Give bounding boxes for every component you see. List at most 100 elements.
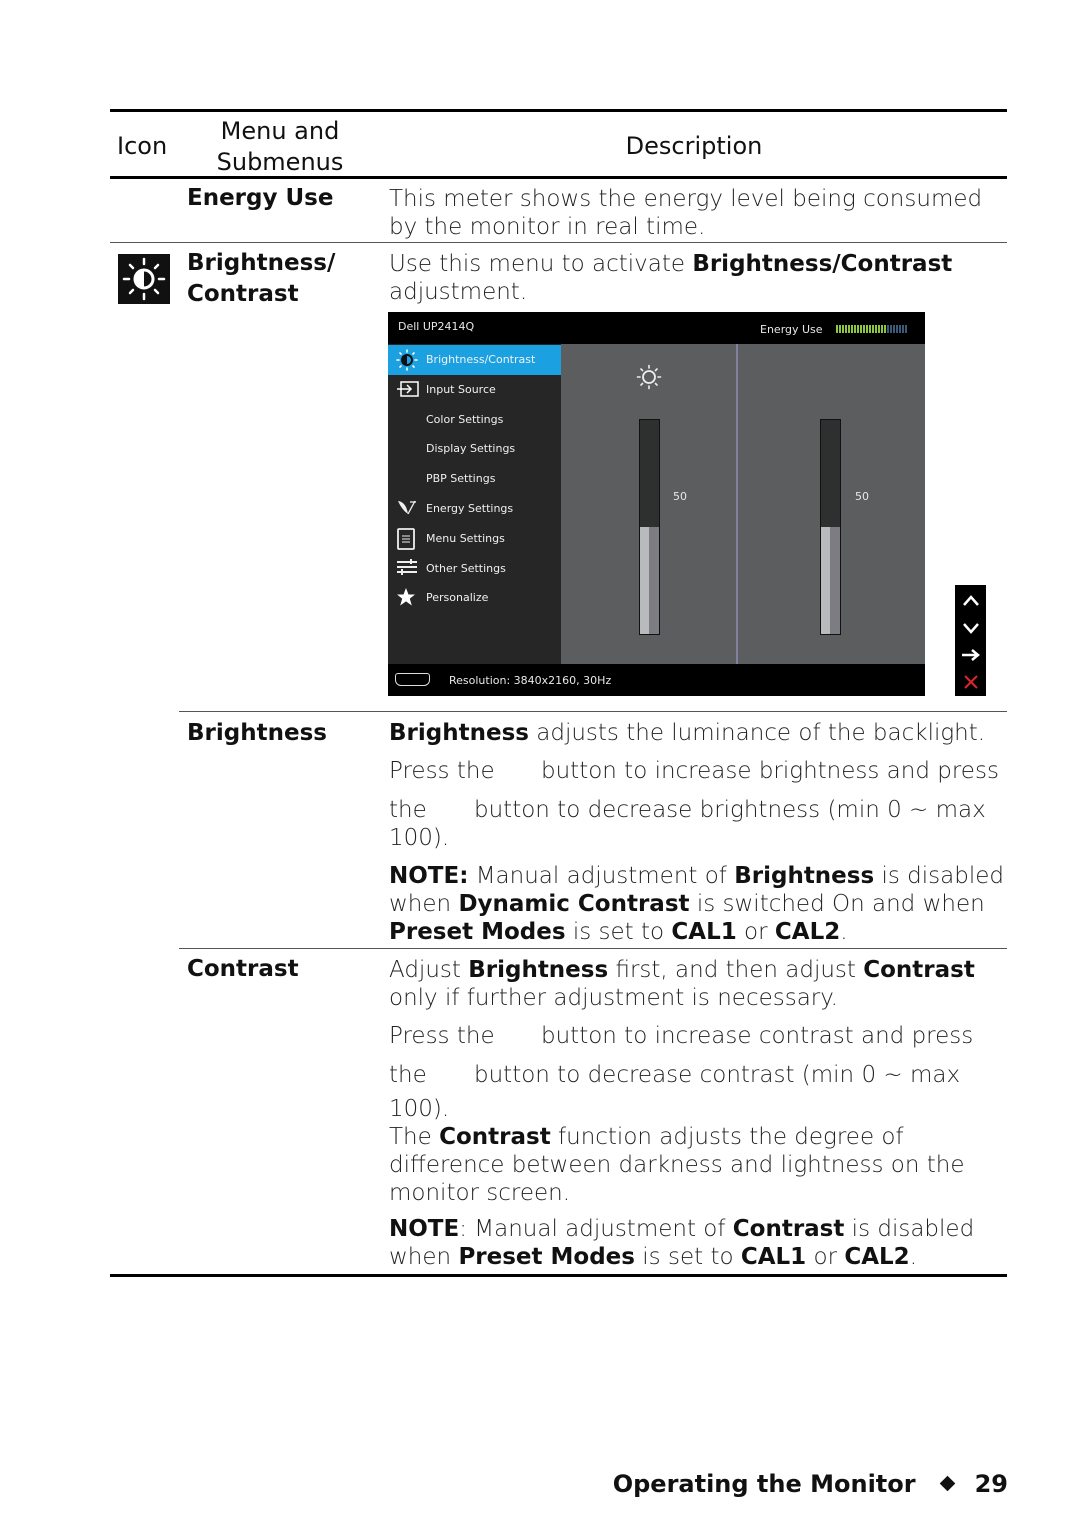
brightness-value: 50 [673,490,687,503]
table-bottom-rule [110,1274,1007,1277]
osd-menu-item-label: Brightness/Contrast [426,353,536,366]
osd-menu-item-label: Personalize [426,591,489,605]
osd-menu-item[interactable]: Display Settings [388,434,561,464]
osd-status-bar: Resolution: 3840x2160, 30Hz [388,664,925,696]
header-icon: Icon [117,132,168,160]
contrast-slider[interactable] [820,419,841,635]
energy-meter-segment [902,325,904,333]
energy-meter-segment [899,325,901,333]
contrast-p3-post: button to decrease contrast (min 0 ~ max [474,1062,961,1088]
header-menu-line2: Submenus [216,148,344,176]
osd-menu-item-label: PBP Settings [426,472,496,486]
bold-span: CAL1 [671,919,737,945]
brightness-p3-post: button to decrease brightness (min 0 ~ m… [474,797,986,823]
osd-menu-item[interactable]: Color Settings [388,405,561,435]
brightness-contrast-icon [118,254,170,304]
osd-menu-item-label: Menu Settings [426,531,505,545]
menu-brightness-contrast: Brightness/ Contrast [187,248,335,310]
brightness-contrast-icon [396,349,418,371]
energy-meter-segment [872,325,874,333]
text-span: or [736,919,775,945]
energy-meter-segment [854,325,856,333]
up-arrow-icon[interactable] [955,587,986,614]
manual-page: Icon Menu and Submenus Description Energ… [0,0,1080,1532]
description-line: adjustment. [389,279,528,305]
bold-span: Preset Modes [389,919,566,945]
bold-span: Brightness [468,957,609,983]
brightness-p3-pre: the [389,797,427,823]
text-span: is set to [565,919,672,945]
other-settings-icon [396,558,418,580]
osd-resolution: Resolution: 3840x2160, 30Hz [449,674,612,687]
text-span: The [389,1124,440,1150]
osd-menu-item[interactable]: Menu Settings [388,524,561,554]
energy-meter-segment [890,325,892,333]
osd-nav-buttons [955,585,986,696]
menu-contrast: Contrast [187,956,299,982]
osd-menu-item[interactable]: Input Source [388,375,561,405]
energy-meter-segment [881,325,883,333]
bold-span: CAL2 [844,1244,910,1270]
text-span: adjusts the luminance of the backlight. [528,720,986,746]
osd-menu-item[interactable]: Other Settings [388,554,561,584]
brightness-slider-fill [640,527,659,634]
bold-span: Contrast [863,957,975,983]
energy-meter-segment [851,325,853,333]
footer-section-title: Operating the Monitor [612,1470,916,1498]
row-divider [179,948,1007,949]
down-arrow-icon[interactable] [955,614,986,641]
energy-meter-segment [875,325,877,333]
energy-meter-segment [866,325,868,333]
menu-energy-use: Energy Use [187,185,334,211]
energy-meter-segment [848,325,850,333]
energy-meter-segment [863,325,865,333]
menu-line: Brightness/ [187,250,336,276]
osd-energy-label: Energy Use [760,323,823,336]
osd-menu-item[interactable]: PBP Settings [388,464,561,494]
osd-main-menu: Brightness/Contrast Input Source Color Set… [388,344,561,664]
contrast-p2-pre: Press the [389,1023,495,1049]
note-line: when Dynamic Contrast is switched On and… [389,890,1004,918]
osd-menu-item[interactable]: Energy Settings [388,494,561,524]
text-line: Adjust Brightness first, and then adjust… [389,956,975,984]
energy-meter-segment [869,325,871,333]
note-line: when Preset Modes is set to CAL1 or CAL2… [389,1243,974,1271]
text-span: when [389,891,459,917]
diamond-icon [939,1475,955,1492]
text-span: function adjusts the degree of [550,1124,904,1150]
brightness-note: NOTE: Manual adjustment of Brightness is… [389,862,1004,946]
right-arrow-icon[interactable] [955,641,986,668]
contrast-p3-line2: 100). [389,1096,450,1122]
brightness-p2-pre: Press the [389,758,495,784]
osd-menu-item[interactable]: Personalize [388,583,561,613]
contrast-p1: Adjust Brightness first, and then adjust… [389,956,975,1012]
contrast-slider-fill [821,527,840,634]
text-span: : Manual adjustment of [459,1216,733,1242]
note-label: NOTE [389,1216,460,1242]
text-span: Manual adjustment of [468,863,735,889]
osd-menu-item-label: Display Settings [426,442,516,456]
osd-menu-item-label: Color Settings [426,412,504,426]
text-span: . [840,919,848,945]
osd-menu-item[interactable]: Brightness/Contrast [388,345,561,375]
note-label: NOTE: [389,863,469,889]
description-line: Use this menu to activate Brightness/Con… [389,250,952,278]
brightness-contrast-description: Use this menu to activate Brightness/Con… [389,250,952,306]
header-description: Description [625,132,763,160]
contrast-value: 50 [855,490,869,503]
osd-menu-screenshot: Dell UP2414Q Energy Use Brightness/Contr… [388,312,925,696]
energy-meter-segment [845,325,847,333]
table-top-rule [110,109,1007,112]
contrast-p2-post: button to increase contrast and press [541,1023,974,1049]
text-line: The Contrast function adjusts the degree… [389,1123,964,1151]
page-number: 29 [974,1470,1008,1498]
note-line: NOTE: Manual adjustment of Contrast is d… [389,1215,974,1243]
osd-model-name: Dell UP2414Q [398,320,475,333]
note-line: Preset Modes is set to CAL1 or CAL2. [389,918,1004,946]
displayport-icon [395,673,430,686]
menu-brightness: Brightness [187,720,327,746]
text-span: . [909,1244,917,1270]
brightness-slider[interactable] [639,419,660,635]
close-x-icon[interactable] [955,668,986,695]
text-span: Adjust [389,957,469,983]
